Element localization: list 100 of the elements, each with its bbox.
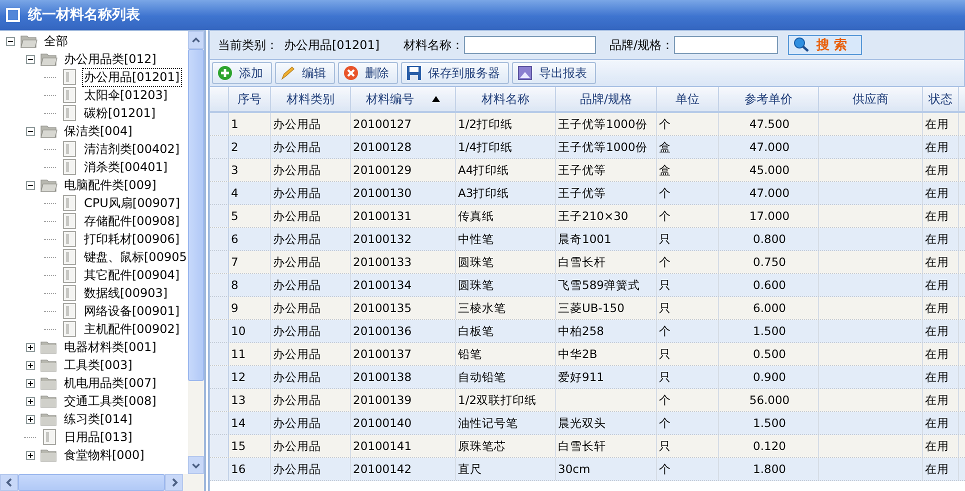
column-header[interactable]: 参考单价 xyxy=(719,87,819,111)
category-label: 当前类别： xyxy=(218,36,278,54)
edit-button[interactable]: 编辑 xyxy=(275,62,335,84)
expander-icon[interactable] xyxy=(24,179,36,191)
tree-item[interactable]: 练习类[014] xyxy=(62,410,134,428)
table-cell: 只 xyxy=(657,274,719,296)
expander-icon[interactable] xyxy=(24,359,36,371)
expander-icon[interactable] xyxy=(4,35,16,47)
tree-item[interactable]: 网络设备[00901] xyxy=(82,302,182,320)
column-header[interactable]: 品牌/规格 xyxy=(556,87,657,111)
tree-item[interactable]: 电脑配件类[009] xyxy=(62,176,158,194)
save-button[interactable]: 保存到服务器 xyxy=(401,62,509,84)
tree-item[interactable]: 办公用品[01201] xyxy=(82,68,182,86)
table-cell: 盒 xyxy=(657,136,719,158)
delete-button[interactable]: 删除 xyxy=(338,62,398,84)
name-field[interactable] xyxy=(464,36,596,54)
tree-item[interactable]: 数据线[00903] xyxy=(82,284,170,302)
table-cell: 办公用品 xyxy=(271,113,351,135)
table-cell: A4打印纸 xyxy=(456,159,556,181)
category-value: 办公用品[01201] xyxy=(284,36,380,54)
brand-label: 品牌/规格： xyxy=(610,36,674,54)
expander-icon[interactable] xyxy=(24,341,36,353)
pencil-icon xyxy=(280,65,296,81)
horizontal-scrollbar[interactable] xyxy=(0,474,204,491)
brand-field[interactable] xyxy=(674,36,778,54)
row-header[interactable] xyxy=(210,343,229,365)
tree-item[interactable]: 办公用品类[012] xyxy=(62,50,158,68)
tree-item[interactable]: 保洁类[004] xyxy=(62,122,134,140)
column-header[interactable]: 单位 xyxy=(657,87,719,111)
tree-item[interactable]: 工具类[003] xyxy=(62,356,134,374)
tree-item[interactable]: 食堂物料[000] xyxy=(62,446,146,464)
expander-icon[interactable] xyxy=(24,395,36,407)
table-cell: 王子优等1000份 xyxy=(556,113,657,135)
document-icon xyxy=(60,213,78,229)
expander-icon[interactable] xyxy=(24,125,36,137)
table-cell: 中性笔 xyxy=(456,228,556,250)
column-header[interactable]: 材料编号 xyxy=(351,87,456,111)
expander-icon[interactable] xyxy=(24,53,36,65)
add-button[interactable]: 添加 xyxy=(212,62,272,84)
open-folder-icon xyxy=(20,34,38,48)
table-cell: 晨奇1001 xyxy=(556,228,657,250)
row-header[interactable] xyxy=(210,251,229,273)
column-header[interactable]: 材料类别 xyxy=(271,87,351,111)
table-cell: 30cm xyxy=(556,458,657,480)
expander-icon[interactable] xyxy=(24,377,36,389)
row-header[interactable] xyxy=(210,205,229,227)
table-cell: 20100132 xyxy=(351,228,456,250)
table-cell: 三棱水笔 xyxy=(456,297,556,319)
tree-item[interactable]: 键盘、鼠标[00905] xyxy=(82,248,188,266)
table-cell: 在用 xyxy=(923,182,959,204)
tree-item[interactable]: 碳粉[01201] xyxy=(82,104,158,122)
tree-item[interactable]: 存储配件[00908] xyxy=(82,212,182,230)
row-header[interactable] xyxy=(210,389,229,411)
table-cell: 办公用品 xyxy=(271,389,351,411)
table-cell: 3 xyxy=(229,159,271,181)
table-cell: 王子优等 xyxy=(556,159,657,181)
row-header[interactable] xyxy=(210,159,229,181)
table-cell: 在用 xyxy=(923,435,959,457)
document-icon xyxy=(60,195,78,211)
document-icon xyxy=(60,87,78,103)
table-cell: 20100139 xyxy=(351,389,456,411)
column-header[interactable]: 材料名称 xyxy=(456,87,556,111)
scroll-thumb[interactable] xyxy=(188,49,204,381)
document-icon xyxy=(60,267,78,283)
table-cell: 爱好911 xyxy=(556,366,657,388)
export-button[interactable]: 导出报表 xyxy=(512,62,596,84)
vertical-scrollbar[interactable] xyxy=(188,31,204,474)
table-cell: 9 xyxy=(229,297,271,319)
tree-item[interactable]: 交通工具类[008] xyxy=(62,392,158,410)
row-header[interactable] xyxy=(210,297,229,319)
column-header[interactable]: 供应商 xyxy=(819,87,923,111)
table-cell: 在用 xyxy=(923,412,959,434)
tree-item[interactable]: 电器材料类[001] xyxy=(62,338,158,356)
scroll-thumb[interactable] xyxy=(18,474,165,491)
tree-item[interactable]: 太阳伞[01203] xyxy=(82,86,170,104)
table-cell: 办公用品 xyxy=(271,435,351,457)
table-cell: 47.000 xyxy=(719,136,819,158)
column-header[interactable]: 序号 xyxy=(229,87,271,111)
table-cell: 20100133 xyxy=(351,251,456,273)
tree-item[interactable]: 全部 xyxy=(42,32,70,50)
tree-item[interactable]: CPU风扇[00907] xyxy=(82,194,182,212)
tree-item[interactable]: 日用品[013] xyxy=(62,428,134,446)
row-header[interactable] xyxy=(210,435,229,457)
column-header[interactable]: 状态 xyxy=(923,87,959,111)
tree-item[interactable]: 机电用品类[007] xyxy=(62,374,158,392)
expander-icon[interactable] xyxy=(24,413,36,425)
expander-icon[interactable] xyxy=(24,449,36,461)
tree-item[interactable]: 主机配件[00902] xyxy=(82,320,182,338)
tree-item[interactable]: 打印耗材[00906] xyxy=(82,230,182,248)
table-cell: 在用 xyxy=(923,389,959,411)
document-icon xyxy=(60,249,78,265)
tree-item[interactable]: 其它配件[00904] xyxy=(82,266,182,284)
row-header[interactable] xyxy=(210,113,229,135)
table-cell: 在用 xyxy=(923,343,959,365)
tree-item[interactable]: 清洁剂类[00402] xyxy=(82,140,182,158)
table-cell: 办公用品 xyxy=(271,320,351,342)
table-cell: 13 xyxy=(229,389,271,411)
table-cell: 圆珠笔 xyxy=(456,274,556,296)
tree-item[interactable]: 消杀类[00401] xyxy=(82,158,170,176)
table-cell: 在用 xyxy=(923,159,959,181)
